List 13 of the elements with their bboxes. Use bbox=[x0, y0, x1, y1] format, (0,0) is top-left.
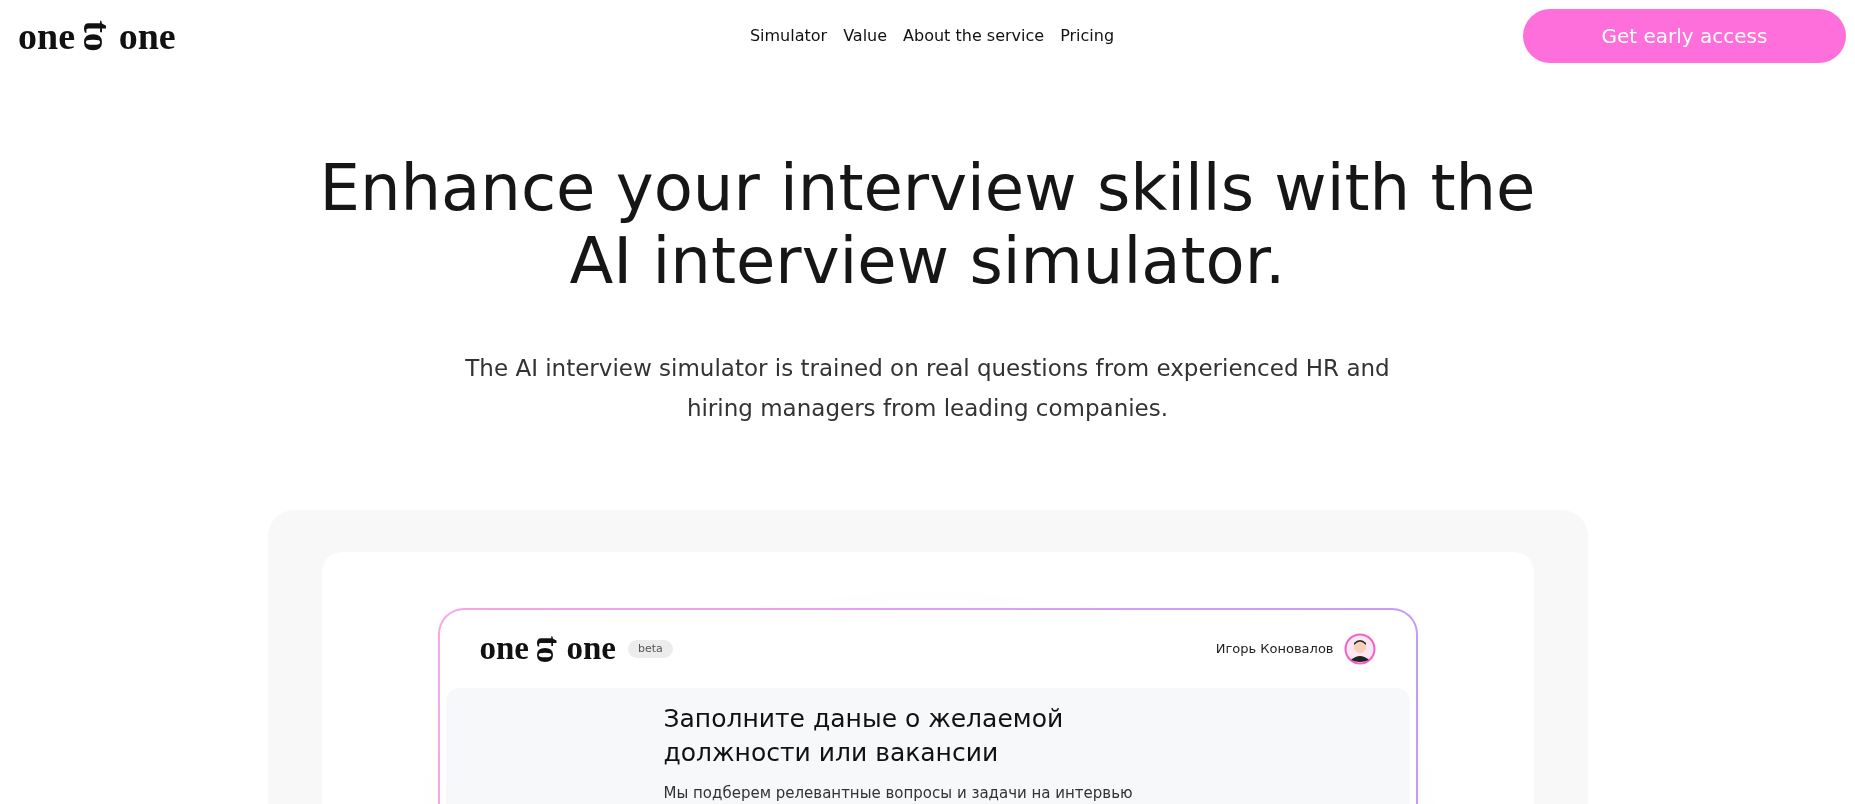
form-heading: Заполните даные о желаемой должности или вакансии bbox=[663, 703, 1065, 769]
avatar-icon[interactable] bbox=[1343, 633, 1376, 665]
user-name: Игорь Коновалов bbox=[1215, 640, 1334, 659]
beta-badge: beta bbox=[628, 639, 673, 659]
nav-link[interactable]: About the service bbox=[903, 24, 1045, 48]
nav-link[interactable]: Value bbox=[843, 24, 888, 48]
form-description: Мы подберем релевантные вопросы и задачи на интервью bbox=[663, 783, 1134, 804]
nav-link[interactable]: Pricing bbox=[1060, 24, 1115, 48]
hero-subtitle: The AI interview simulator is trained on real questions from experienced HR and hiring managers from leading companies. bbox=[465, 354, 1390, 423]
logo[interactable]: one to one bbox=[18, 7, 418, 65]
hero-title: Enhance your interview skills with the AI interview simulator. bbox=[319, 152, 1536, 298]
nav-link[interactable]: Simulator bbox=[749, 24, 828, 48]
logo[interactable]: one to one bbox=[479, 624, 616, 674]
